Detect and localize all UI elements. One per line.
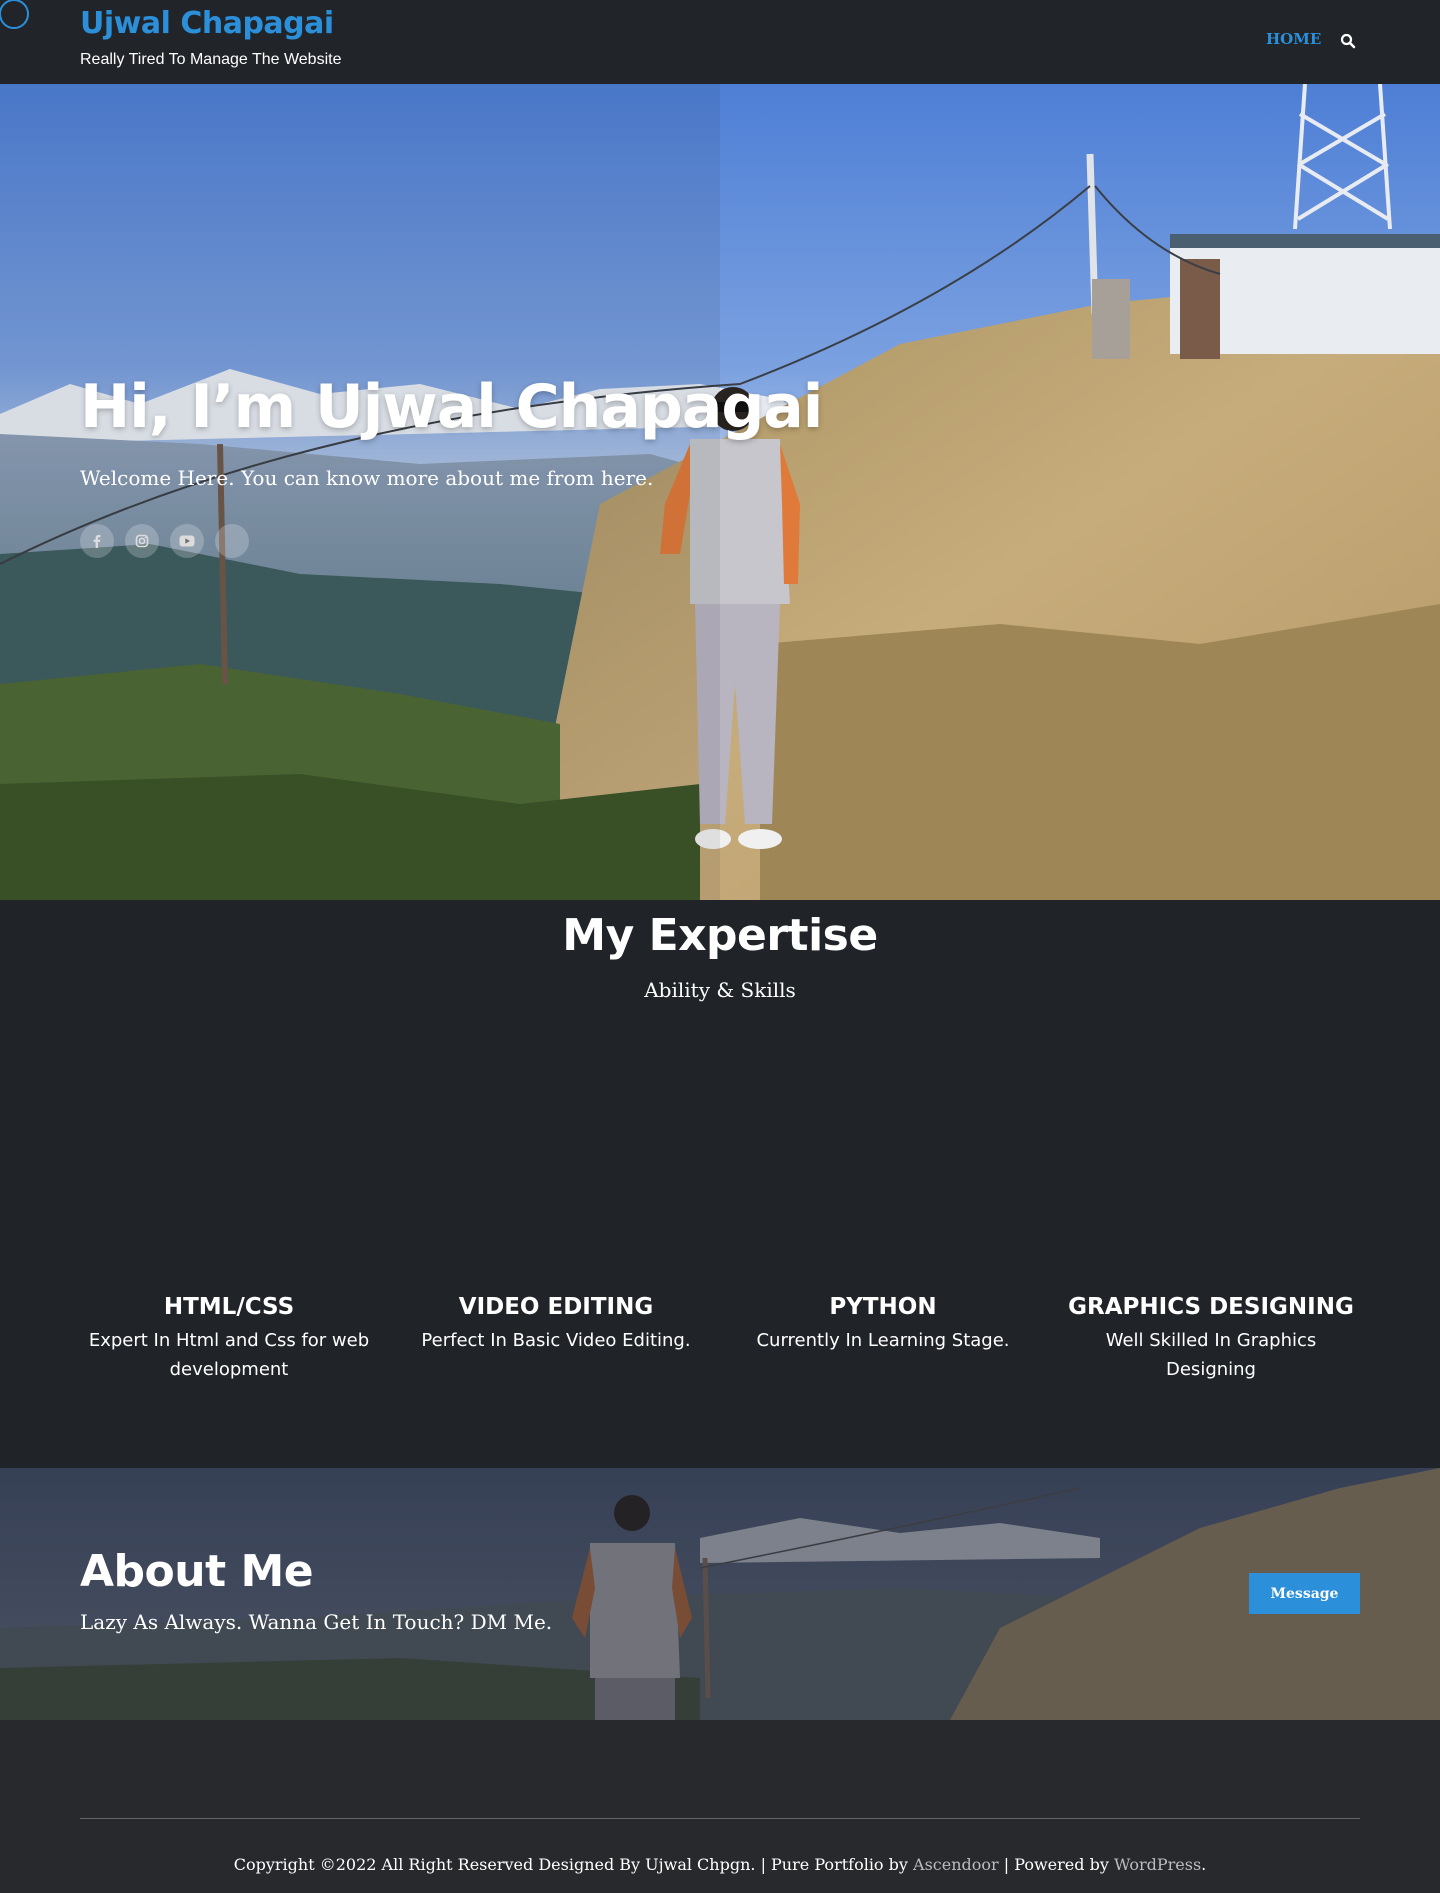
facebook-icon[interactable] (80, 524, 114, 558)
footer-divider (80, 1818, 1360, 1819)
about-title: About Me (80, 1546, 314, 1597)
footer-copyright: Copyright ©2022 All Right Reserved Desig… (0, 1855, 1440, 1874)
nav-home-link[interactable]: HOME (1266, 30, 1321, 48)
about-section: About Me Lazy As Always. Wanna Get In To… (0, 1468, 1440, 1720)
skill-title: PYTHON (829, 1294, 937, 1320)
skill-description: Currently In Learning Stage. (756, 1330, 1010, 1351)
about-subtitle: Lazy As Always. Wanna Get In Touch? DM M… (80, 1610, 553, 1634)
youtube-icon[interactable] (170, 524, 204, 558)
hero-title: Hi, I’m Ujwal Chapagai (80, 372, 823, 442)
skill-card-html-css: HTML/CSS Expert In Html and Css for web … (79, 1294, 379, 1384)
footer-suffix: . (1201, 1855, 1207, 1874)
skill-card-python: PYTHON Currently In Learning Stage. (733, 1294, 1033, 1355)
skill-card-video-editing: VIDEO EDITING Perfect In Basic Video Edi… (406, 1294, 706, 1355)
search-icon[interactable] (1340, 33, 1356, 49)
circle-indicator-icon (0, 0, 29, 29)
theme-author-link[interactable]: Ascendoor (913, 1855, 999, 1874)
wordpress-link[interactable]: WordPress (1114, 1855, 1201, 1874)
skill-description: Well Skilled In Graphics Designing (1105, 1330, 1317, 1380)
site-footer: Copyright ©2022 All Right Reserved Desig… (0, 1720, 1440, 1893)
site-title[interactable]: Ujwal Chapagai (80, 6, 334, 41)
hero-banner: Hi, I’m Ujwal Chapagai Welcome Here. You… (0, 84, 1440, 900)
skill-card-graphics-designing: GRAPHICS DESIGNING Well Skilled In Graph… (1061, 1294, 1361, 1384)
copyright-text: Copyright ©2022 All Right Reserved Desig… (233, 1855, 914, 1874)
hero-background-image (0, 84, 1440, 900)
site-tagline: Really Tired To Manage The Website (80, 51, 342, 68)
message-button[interactable]: Message (1249, 1573, 1360, 1614)
skill-title: VIDEO EDITING (458, 1294, 654, 1320)
instagram-icon[interactable] (125, 524, 159, 558)
skill-description: Expert In Html and Css for web developme… (88, 1330, 370, 1380)
site-header: Ujwal Chapagai Really Tired To Manage Th… (0, 0, 1440, 84)
social-icon[interactable] (215, 524, 249, 558)
powered-by-text: | Powered by (998, 1855, 1114, 1874)
expertise-title: My Expertise (562, 910, 878, 961)
hero-subtitle: Welcome Here. You can know more about me… (80, 466, 654, 490)
skill-title: HTML/CSS (163, 1294, 295, 1320)
expertise-subtitle: Ability & Skills (644, 978, 796, 1002)
skill-title: GRAPHICS DESIGNING (1068, 1294, 1354, 1320)
skill-description: Perfect In Basic Video Editing. (421, 1330, 691, 1351)
